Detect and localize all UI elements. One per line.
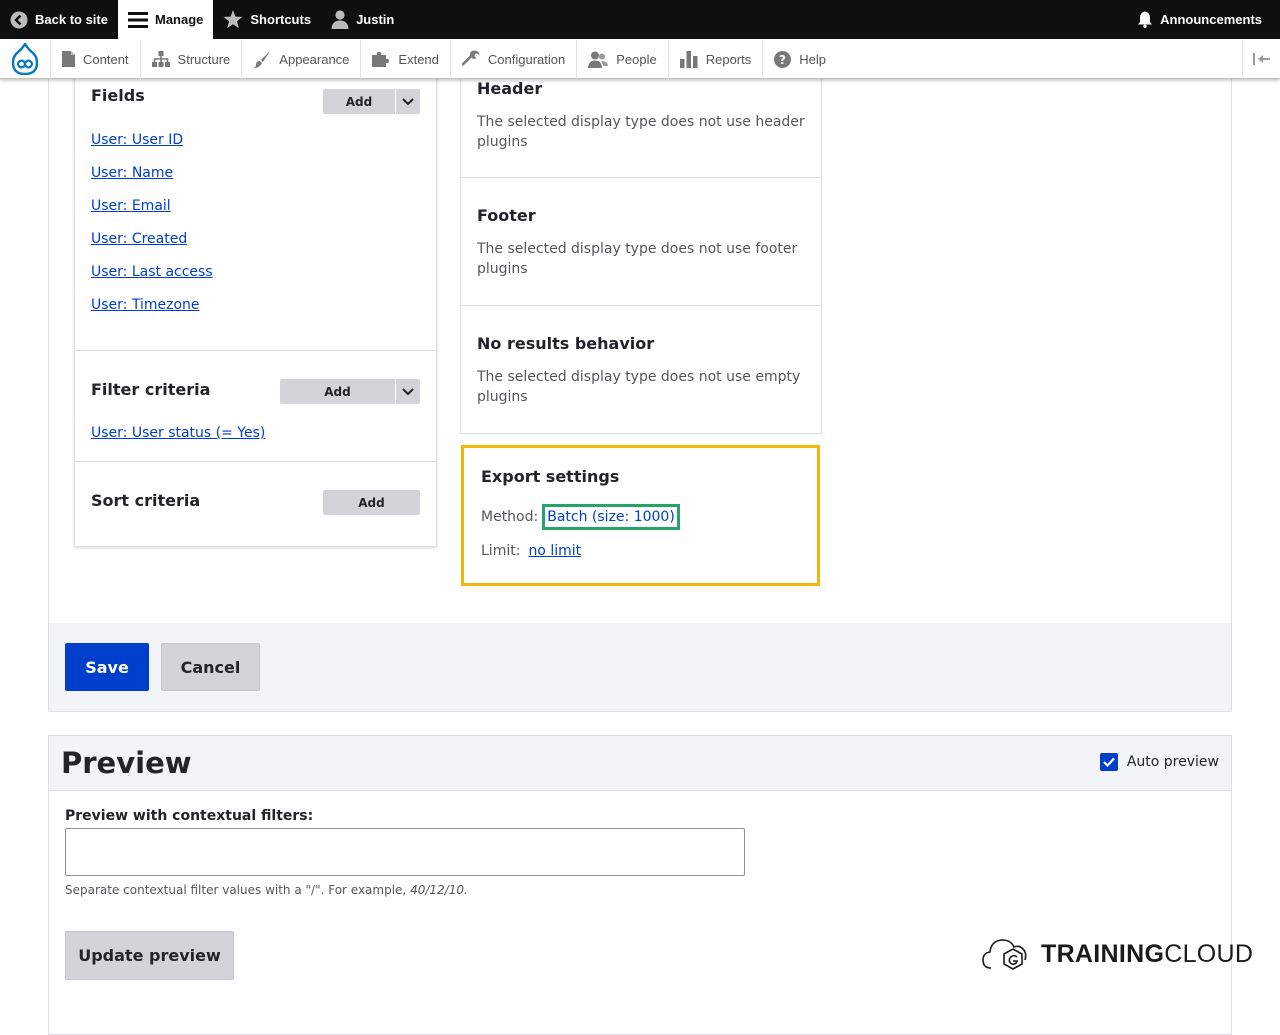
- field-link-last-access[interactable]: User: Last access: [91, 264, 420, 280]
- cancel-button[interactable]: Cancel: [161, 643, 260, 691]
- contextual-filters-example: 40/12/10.: [410, 883, 468, 897]
- limit-link[interactable]: no limit: [528, 543, 581, 559]
- export-settings-section: Export settings Method: Batch (size: 100…: [461, 445, 820, 586]
- chevron-down-icon: [402, 387, 414, 395]
- view-edit-form: Fields Add User: User ID User: Name User…: [48, 69, 1232, 712]
- tray-item-extend[interactable]: Extend: [360, 39, 449, 79]
- star-icon: [223, 10, 243, 29]
- filter-add-toggle[interactable]: [395, 379, 420, 404]
- form-actions: Save Cancel: [49, 623, 1231, 711]
- update-preview-button[interactable]: Update preview: [65, 931, 234, 980]
- wrench-icon: [461, 50, 480, 68]
- tray-item-people[interactable]: People: [576, 39, 667, 79]
- brush-icon: [253, 50, 271, 68]
- document-icon: [62, 51, 75, 67]
- field-link-created[interactable]: User: Created: [91, 231, 420, 247]
- auto-preview-checkbox[interactable]: [1099, 753, 1118, 771]
- user-icon: [331, 10, 349, 29]
- field-link-user-id[interactable]: User: User ID: [91, 132, 420, 148]
- footer-title: Footer: [477, 206, 536, 225]
- tray-item-content[interactable]: Content: [50, 39, 140, 79]
- footer-text: The selected display type does not use f…: [477, 241, 798, 277]
- shortcuts-label: Shortcuts: [250, 12, 312, 27]
- limit-label: Limit:: [481, 543, 521, 559]
- filter-section: Filter criteria Add User: User status (=…: [75, 351, 436, 462]
- left-column: Fields Add User: User ID User: Name User…: [74, 69, 437, 547]
- checkmark-icon: [1103, 757, 1115, 767]
- tray-item-help[interactable]: ? Help: [762, 39, 837, 79]
- middle-column: Header The selected display type does no…: [460, 69, 822, 434]
- back-to-site-link[interactable]: Back to site: [0, 0, 118, 39]
- back-arrow-icon: [10, 11, 28, 29]
- tray-item-configuration[interactable]: Configuration: [449, 39, 576, 79]
- filter-add-dropbutton: Add: [280, 379, 420, 404]
- puzzle-icon: [372, 50, 390, 68]
- auto-preview-label[interactable]: Auto preview: [1127, 754, 1219, 770]
- collapse-icon: [1252, 53, 1270, 65]
- field-link-name[interactable]: User: Name: [91, 165, 420, 181]
- preview-title: Preview: [61, 746, 192, 780]
- method-label: Method:: [481, 509, 539, 525]
- trainingcloud-wordmark: TRAININGCLOUD: [1041, 939, 1254, 968]
- contextual-filters-description: Separate contextual filter values with a…: [65, 883, 468, 897]
- tray-item-structure[interactable]: Structure: [139, 39, 242, 79]
- filter-add-button[interactable]: Add: [280, 379, 395, 404]
- field-link-timezone[interactable]: User: Timezone: [91, 297, 420, 313]
- user-label: Justin: [356, 12, 395, 27]
- fields-list: User: User ID User: Name User: Email Use…: [91, 132, 420, 313]
- contextual-filters-input[interactable]: [65, 828, 745, 876]
- admin-menu-tray: Content Structure Appearance Extend Conf…: [0, 39, 1280, 79]
- method-link[interactable]: Batch (size: 1000): [542, 504, 680, 530]
- trainingcloud-logo: TRAININGCLOUD: [981, 934, 1253, 974]
- fields-add-button[interactable]: Add: [323, 89, 395, 114]
- export-method-row: Method: Batch (size: 1000): [481, 504, 800, 530]
- svg-text:?: ?: [779, 53, 786, 67]
- announcements-label: Announcements: [1160, 12, 1262, 27]
- bar-chart-icon: [679, 50, 698, 68]
- no-results-text: The selected display type does not use e…: [477, 369, 801, 405]
- export-title: Export settings: [481, 467, 620, 486]
- cloud-icon: [982, 939, 1027, 970]
- filter-link-user-status[interactable]: User: User status (= Yes): [91, 425, 420, 441]
- header-section: Header The selected display type does no…: [460, 69, 822, 178]
- shortcuts-tab[interactable]: Shortcuts: [213, 0, 321, 39]
- tray-item-appearance[interactable]: Appearance: [241, 39, 360, 79]
- no-results-title: No results behavior: [477, 334, 655, 353]
- save-button[interactable]: Save: [65, 643, 149, 691]
- no-results-section: No results behavior The selected display…: [460, 306, 822, 434]
- contextual-filters-label: Preview with contextual filters:: [65, 808, 314, 824]
- people-icon: [588, 51, 609, 68]
- collapse-tray-button[interactable]: [1242, 39, 1280, 79]
- sort-add-button[interactable]: Add: [323, 490, 420, 515]
- tray-item-reports[interactable]: Reports: [667, 39, 763, 79]
- header-title: Header: [477, 79, 543, 98]
- field-link-email[interactable]: User: Email: [91, 198, 420, 214]
- manage-label: Manage: [154, 12, 204, 27]
- drupal-drop-icon: [12, 43, 38, 75]
- user-tab[interactable]: Justin: [321, 0, 404, 39]
- export-limit-row: Limit: no limit: [481, 543, 800, 559]
- header-text: The selected display type does not use h…: [477, 114, 805, 150]
- fields-add-dropbutton: Add: [323, 89, 420, 114]
- sort-add-dropbutton: Add: [323, 490, 420, 515]
- fields-section: Fields Add User: User ID User: Name User…: [75, 70, 436, 351]
- fields-add-toggle[interactable]: [395, 89, 420, 114]
- preview-header: Preview Auto preview: [49, 736, 1231, 791]
- admin-toolbar: Back to site Manage Shortcuts Justin Ann…: [0, 0, 1280, 39]
- help-icon: ?: [774, 50, 792, 68]
- back-to-site-label: Back to site: [35, 12, 108, 27]
- drupal-logo[interactable]: [0, 40, 50, 79]
- manage-tab[interactable]: Manage: [117, 0, 214, 39]
- auto-preview-control: Auto preview: [1099, 753, 1219, 771]
- bell-icon: [1137, 11, 1153, 28]
- hamburger-icon: [127, 11, 148, 29]
- chevron-down-icon: [402, 97, 414, 105]
- footer-section: Footer The selected display type does no…: [460, 178, 822, 306]
- preview-section: Preview Auto preview Preview with contex…: [48, 735, 1253, 1035]
- sort-section: Sort criteria Add: [75, 462, 436, 546]
- structure-icon: [151, 51, 170, 67]
- announcements-tab[interactable]: Announcements: [1127, 0, 1280, 39]
